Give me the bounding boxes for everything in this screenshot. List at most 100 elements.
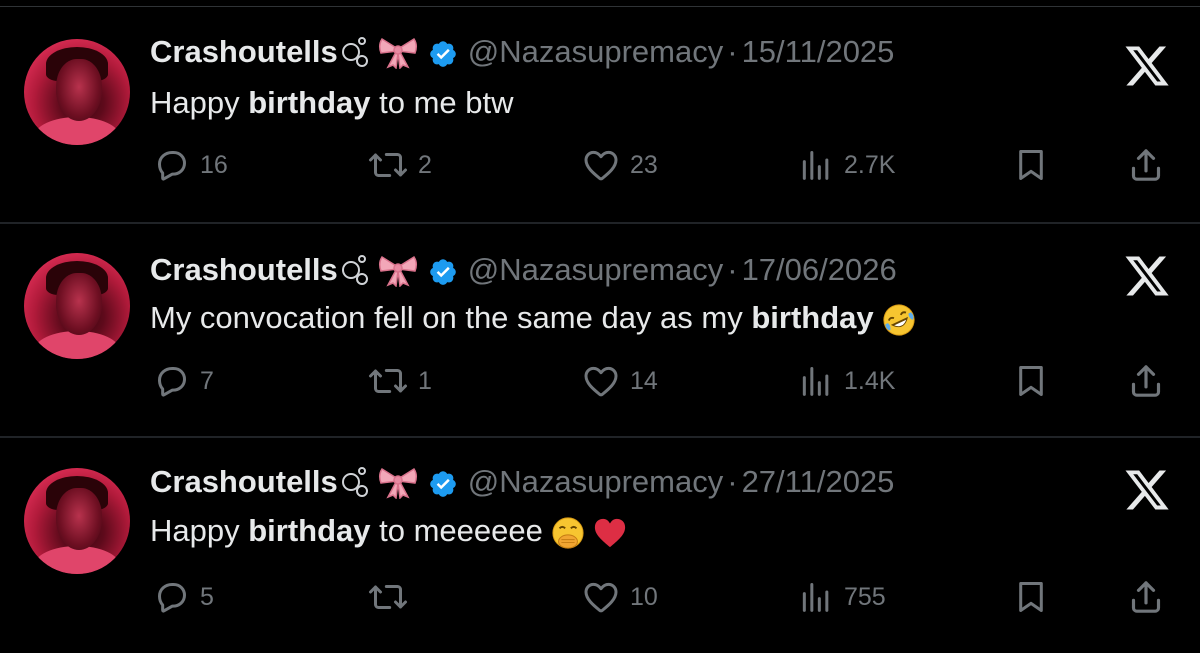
emoji-slot xyxy=(543,511,627,551)
text-segment: Happy xyxy=(150,513,249,548)
like-count: 23 xyxy=(630,150,658,179)
share-upload-icon xyxy=(1131,149,1161,181)
ribbon-bow-icon xyxy=(378,253,418,288)
highlighted-word: birthday xyxy=(248,85,371,120)
bookmark-button[interactable] xyxy=(1012,575,1050,619)
handle[interactable]: @Nazasupremacy xyxy=(468,252,723,287)
views-bar-chart-icon xyxy=(802,583,829,612)
tweet[interactable]: Crashoutells xyxy=(0,0,1200,653)
bubbles-icon xyxy=(340,465,370,499)
share-upload-icon xyxy=(1131,581,1161,613)
text-segment: to meeeeee xyxy=(370,513,543,548)
handle-and-date[interactable]: @Nazasupremacy · 17/06/2026 xyxy=(468,248,897,292)
text-segment: My convocation fell on the same day as m… xyxy=(150,300,752,335)
verified-badge-icon xyxy=(428,255,458,285)
share-button[interactable] xyxy=(1126,143,1166,187)
tweet[interactable]: Crashoutells xyxy=(0,0,1200,653)
tweet[interactable]: Crashoutells xyxy=(0,0,1200,653)
reply-count: 16 xyxy=(200,150,228,179)
view-count: 2.7K xyxy=(844,150,896,179)
reply-bubble-icon xyxy=(158,367,186,397)
like-button[interactable]: 14 xyxy=(580,359,658,403)
retweet-icon xyxy=(369,585,407,609)
views-button[interactable]: 1.4K xyxy=(796,359,895,403)
separator: · xyxy=(727,34,738,69)
tweet-text: Happy birthday to me btw xyxy=(150,83,514,123)
retweet-button[interactable]: 1 xyxy=(366,359,432,403)
tweet-header: Crashoutells xyxy=(150,248,897,292)
tweet-divider xyxy=(0,436,1200,438)
bubbles-icon xyxy=(340,253,370,287)
avatar[interactable] xyxy=(24,39,130,145)
display-name[interactable]: Crashoutells xyxy=(150,248,338,292)
reply-button[interactable]: 5 xyxy=(152,575,214,619)
tweet-divider xyxy=(0,222,1200,224)
tweet-text: Happy birthday to meeeeee xyxy=(150,511,627,551)
top-border xyxy=(0,0,1200,7)
retweet-icon xyxy=(369,153,407,177)
separator: · xyxy=(727,252,738,287)
heart-icon xyxy=(584,366,618,397)
view-count: 755 xyxy=(844,582,886,611)
retweet-count: 2 xyxy=(418,150,432,179)
x-logo-icon[interactable] xyxy=(1123,42,1171,90)
text-segment: Happy xyxy=(150,85,249,120)
like-count: 10 xyxy=(630,582,658,611)
action-bar: 7 1 14 1.4K xyxy=(0,359,1200,403)
ribbon-bow-icon xyxy=(378,465,418,500)
handle-and-date[interactable]: @Nazasupremacy · 15/11/2025 xyxy=(468,30,895,74)
handle[interactable]: @Nazasupremacy xyxy=(468,464,723,499)
bookmark-icon xyxy=(1019,582,1043,612)
action-bar: 5 10 755 xyxy=(0,575,1200,619)
views-bar-chart-icon xyxy=(802,151,829,180)
reply-bubble-icon xyxy=(158,151,186,181)
rolling-on-floor-laughing-emoji xyxy=(882,303,916,337)
hand-over-mouth-emoji xyxy=(551,516,585,550)
retweet-icon xyxy=(369,369,407,393)
retweet-count: 1 xyxy=(418,366,432,395)
bubbles-icon xyxy=(340,35,370,69)
view-count: 1.4K xyxy=(844,366,896,395)
bookmark-icon xyxy=(1019,150,1043,180)
handle-and-date[interactable]: @Nazasupremacy · 27/11/2025 xyxy=(468,460,895,504)
tweet-date[interactable]: 17/06/2026 xyxy=(742,252,897,287)
emoji-slot xyxy=(874,298,916,338)
like-count: 14 xyxy=(630,366,658,395)
like-button[interactable]: 23 xyxy=(580,143,658,187)
share-button[interactable] xyxy=(1126,359,1166,403)
reply-count: 5 xyxy=(200,582,214,611)
reply-button[interactable]: 16 xyxy=(152,143,228,187)
red-heart-emoji xyxy=(593,516,627,550)
reply-bubble-icon xyxy=(158,583,186,613)
tweet-date[interactable]: 27/11/2025 xyxy=(742,464,895,499)
highlighted-word: birthday xyxy=(751,300,874,335)
display-name[interactable]: Crashoutells xyxy=(150,30,338,74)
bookmark-icon xyxy=(1019,366,1043,396)
reply-button[interactable]: 7 xyxy=(152,359,214,403)
tweet-date[interactable]: 15/11/2025 xyxy=(742,34,895,69)
avatar[interactable] xyxy=(24,253,130,359)
tweet-header: Crashoutells xyxy=(150,460,894,504)
bookmark-button[interactable] xyxy=(1012,359,1050,403)
highlighted-word: birthday xyxy=(248,513,371,548)
retweet-button[interactable] xyxy=(366,575,418,619)
views-button[interactable]: 755 xyxy=(796,575,886,619)
tweet-header: Crashoutells xyxy=(150,30,894,74)
x-logo-icon[interactable] xyxy=(1123,252,1171,300)
action-bar: 16 2 23 2.7K xyxy=(0,143,1200,187)
retweet-button[interactable]: 2 xyxy=(366,143,432,187)
verified-badge-icon xyxy=(428,467,458,497)
bookmark-button[interactable] xyxy=(1012,143,1050,187)
text-segment: to me btw xyxy=(370,85,514,120)
views-button[interactable]: 2.7K xyxy=(796,143,895,187)
share-button[interactable] xyxy=(1126,575,1166,619)
handle[interactable]: @Nazasupremacy xyxy=(468,34,723,69)
reply-count: 7 xyxy=(200,366,214,395)
avatar[interactable] xyxy=(24,468,130,574)
ribbon-bow-icon xyxy=(378,35,418,70)
heart-icon xyxy=(584,582,618,613)
like-button[interactable]: 10 xyxy=(580,575,658,619)
display-name[interactable]: Crashoutells xyxy=(150,460,338,504)
x-logo-icon[interactable] xyxy=(1123,466,1171,514)
separator: · xyxy=(727,464,738,499)
